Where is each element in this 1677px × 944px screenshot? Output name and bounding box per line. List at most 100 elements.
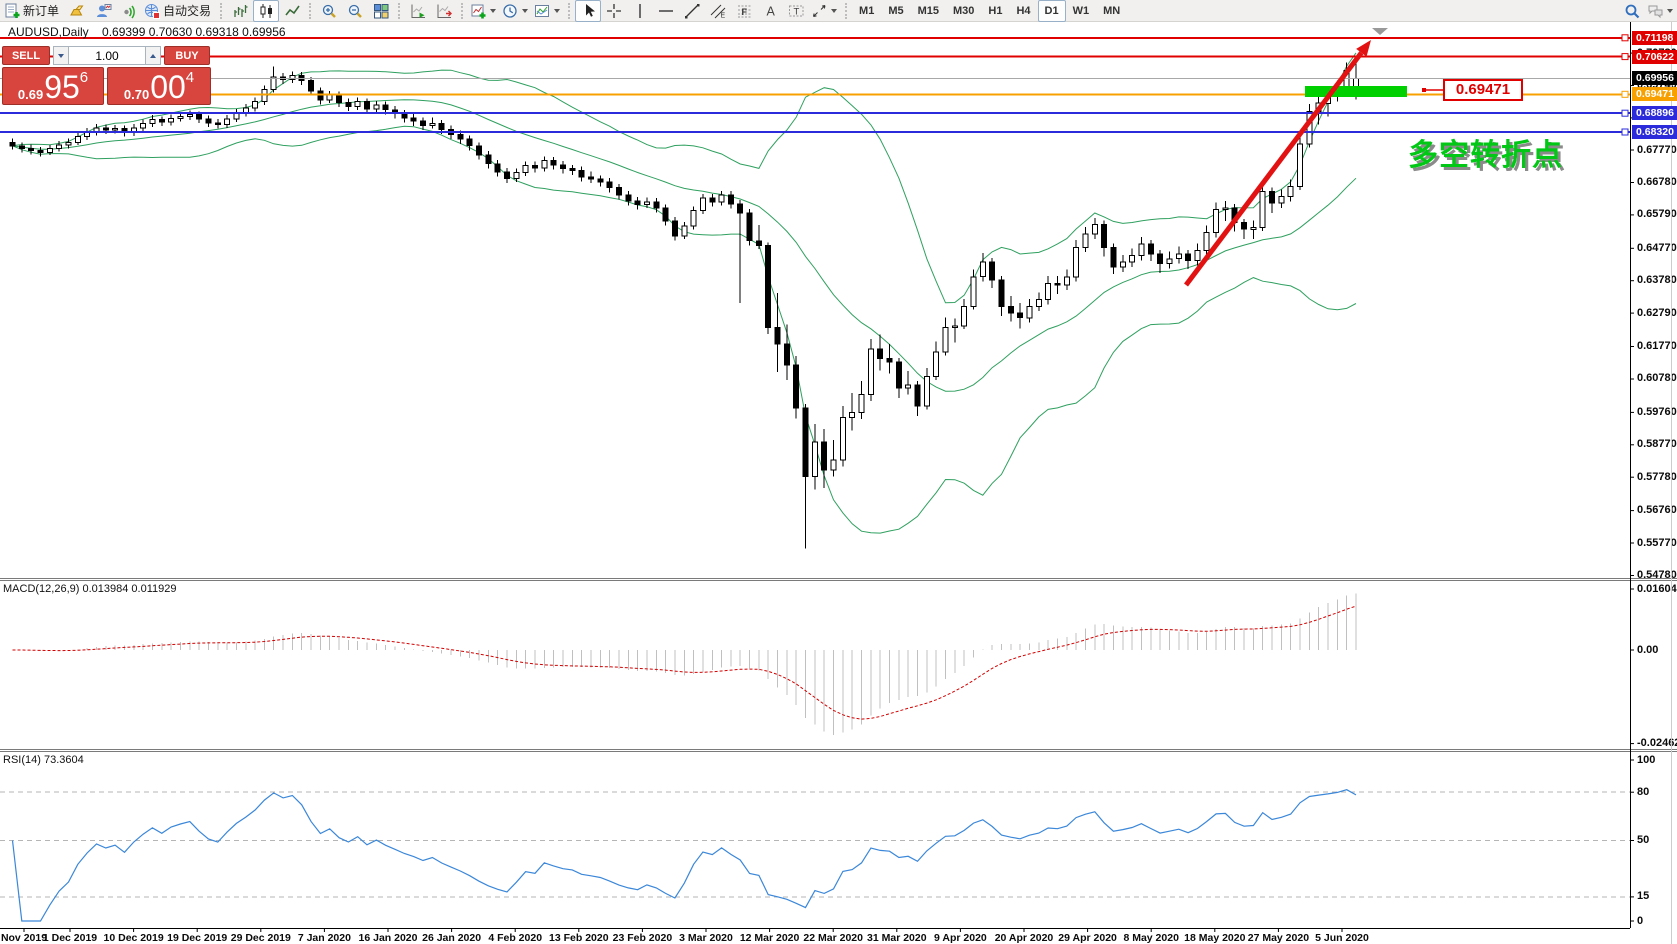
line-handle[interactable] (1622, 129, 1628, 135)
ohlc-values: 0.69399 0.70630 0.69318 0.69956 (102, 25, 286, 39)
axis-tick-label: 15 (1637, 890, 1649, 902)
timeframe-m30-button[interactable]: M30 (946, 0, 981, 22)
chart-shift-icon (436, 3, 453, 19)
chart-window[interactable]: AUDUSD,Daily 0.69399 0.70630 0.69318 0.6… (0, 22, 1677, 944)
indicators-list-button[interactable] (468, 0, 500, 22)
timeframe-h1-button[interactable]: H1 (981, 0, 1009, 22)
trendline-button[interactable] (679, 0, 705, 22)
timeframe-h4-button[interactable]: H4 (1009, 0, 1037, 22)
cursor-button[interactable] (575, 0, 601, 22)
time-axis-label: 18 May 2020 (1184, 932, 1245, 944)
signals-icon (121, 3, 138, 19)
svg-text:F: F (741, 7, 747, 17)
macd-indicator-label: MACD(12,26,9) 0.013984 0.011929 (3, 583, 176, 595)
arrows-tool-button[interactable] (809, 0, 841, 22)
chat-button[interactable] (1645, 0, 1677, 22)
equidistant-channel-button[interactable]: E (705, 0, 731, 22)
timeframe-d1-button[interactable]: D1 (1038, 0, 1066, 22)
mt4-window: 新订单自动交易EFATM1M5M15M30H1H4D1W1MN AUDUSD,D… (0, 0, 1677, 944)
candle-chart-icon (258, 3, 275, 19)
sell-button[interactable]: SELL (2, 46, 50, 65)
line-handle[interactable] (1622, 91, 1628, 97)
svg-text:A: A (766, 4, 775, 18)
auto-scroll-button[interactable] (405, 0, 431, 22)
channel-icon: E (710, 3, 727, 19)
time-axis-label: 23 Feb 2020 (613, 932, 673, 944)
axis-tick-label: 0 (1637, 915, 1643, 927)
axis-tick-label: 50 (1637, 834, 1649, 846)
sell-price-box[interactable]: 0.69956 (2, 67, 104, 105)
zoom-out-button[interactable] (342, 0, 368, 22)
line-handle[interactable] (1622, 54, 1628, 60)
time-axis-label: 7 Jan 2020 (298, 932, 351, 944)
volume-decrease-button[interactable] (53, 46, 69, 65)
deposit-button[interactable] (64, 0, 90, 22)
turning-point-annotation[interactable]: 多空转折点 (1408, 130, 1563, 174)
line-chart-button[interactable] (279, 0, 305, 22)
time-axis-label: 27 May 2020 (1248, 932, 1309, 944)
horizontal-line-button[interactable] (653, 0, 679, 22)
sell-price-sup: 6 (80, 70, 88, 85)
autotrading-button[interactable]: 自动交易 (142, 0, 216, 22)
chevron-down-icon (1667, 9, 1673, 13)
chart-shift-button[interactable] (431, 0, 457, 22)
text-tool-button[interactable]: A (757, 0, 783, 22)
timeframe-m5-button[interactable]: M5 (881, 0, 910, 22)
buy-price-sup: 4 (186, 70, 194, 85)
auto-scroll-icon (410, 3, 427, 19)
buy-price-box[interactable]: 0.70004 (107, 67, 211, 105)
price-callout-label[interactable]: 0.69471 (1443, 79, 1523, 101)
toolbar-separator (220, 3, 223, 19)
text-label-tool-button[interactable]: T (783, 0, 809, 22)
line-handle[interactable] (1622, 35, 1628, 41)
zoom-in-button[interactable] (316, 0, 342, 22)
buy-button[interactable]: BUY (164, 46, 210, 65)
time-axis-label: 10 Dec 2019 (104, 932, 164, 944)
time-axis-label: 19 Dec 2019 (167, 932, 227, 944)
green-highlight-band[interactable] (1305, 86, 1407, 97)
vertical-line-button[interactable] (627, 0, 653, 22)
fibonacci-retracement-button[interactable]: F (731, 0, 757, 22)
timeframe-w1-button[interactable]: W1 (1066, 0, 1097, 22)
sell-price-big: 95 (44, 72, 80, 102)
sell-price-small: 0.69 (18, 87, 43, 102)
tile-windows-button[interactable] (368, 0, 394, 22)
templates-button[interactable] (532, 0, 564, 22)
svg-text:T: T (793, 6, 799, 17)
trend-arrow[interactable] (1186, 53, 1361, 285)
signals-button[interactable] (116, 0, 142, 22)
periods-button[interactable] (500, 0, 532, 22)
search-button[interactable] (1619, 0, 1645, 22)
time-axis-label: Nov 2019 (1, 932, 47, 944)
bar-chart-button[interactable] (227, 0, 253, 22)
text-icon: A (762, 3, 779, 19)
level-lines (0, 35, 1630, 135)
timeframe-m1-button[interactable]: M1 (852, 0, 881, 22)
candle-chart-button[interactable] (253, 0, 279, 22)
zoom-in-icon (321, 3, 338, 19)
line-handle[interactable] (1622, 110, 1628, 116)
time-axis-label: 29 Dec 2019 (231, 932, 291, 944)
buy-price-small: 0.70 (124, 87, 149, 102)
bollinger-middle-band (13, 100, 1357, 392)
timeframe-m15-button[interactable]: M15 (911, 0, 946, 22)
chevron-down-icon (554, 9, 560, 13)
volume-input[interactable] (69, 46, 145, 65)
crosshair-button[interactable] (601, 0, 627, 22)
timeframe-mn-button[interactable]: MN (1096, 0, 1127, 22)
volume-increase-button[interactable] (145, 46, 161, 65)
price-tag: 0.68320 (1632, 125, 1677, 139)
crosshair-icon (606, 3, 623, 19)
profile-button[interactable] (90, 0, 116, 22)
new-order-label: 新订单 (23, 2, 59, 19)
axis-tick-label: 0.00 (1637, 644, 1658, 656)
time-axis-label: 3 Mar 2020 (679, 932, 733, 944)
new-order-button[interactable]: 新订单 (2, 0, 64, 22)
vline-icon (632, 3, 649, 19)
template-icon (534, 3, 551, 19)
profile-icon (95, 3, 112, 19)
indicators-icon (470, 3, 487, 19)
time-axis-label: 31 Mar 2020 (867, 932, 927, 944)
bar-chart-icon (232, 3, 249, 19)
chat-icon (1647, 3, 1664, 19)
